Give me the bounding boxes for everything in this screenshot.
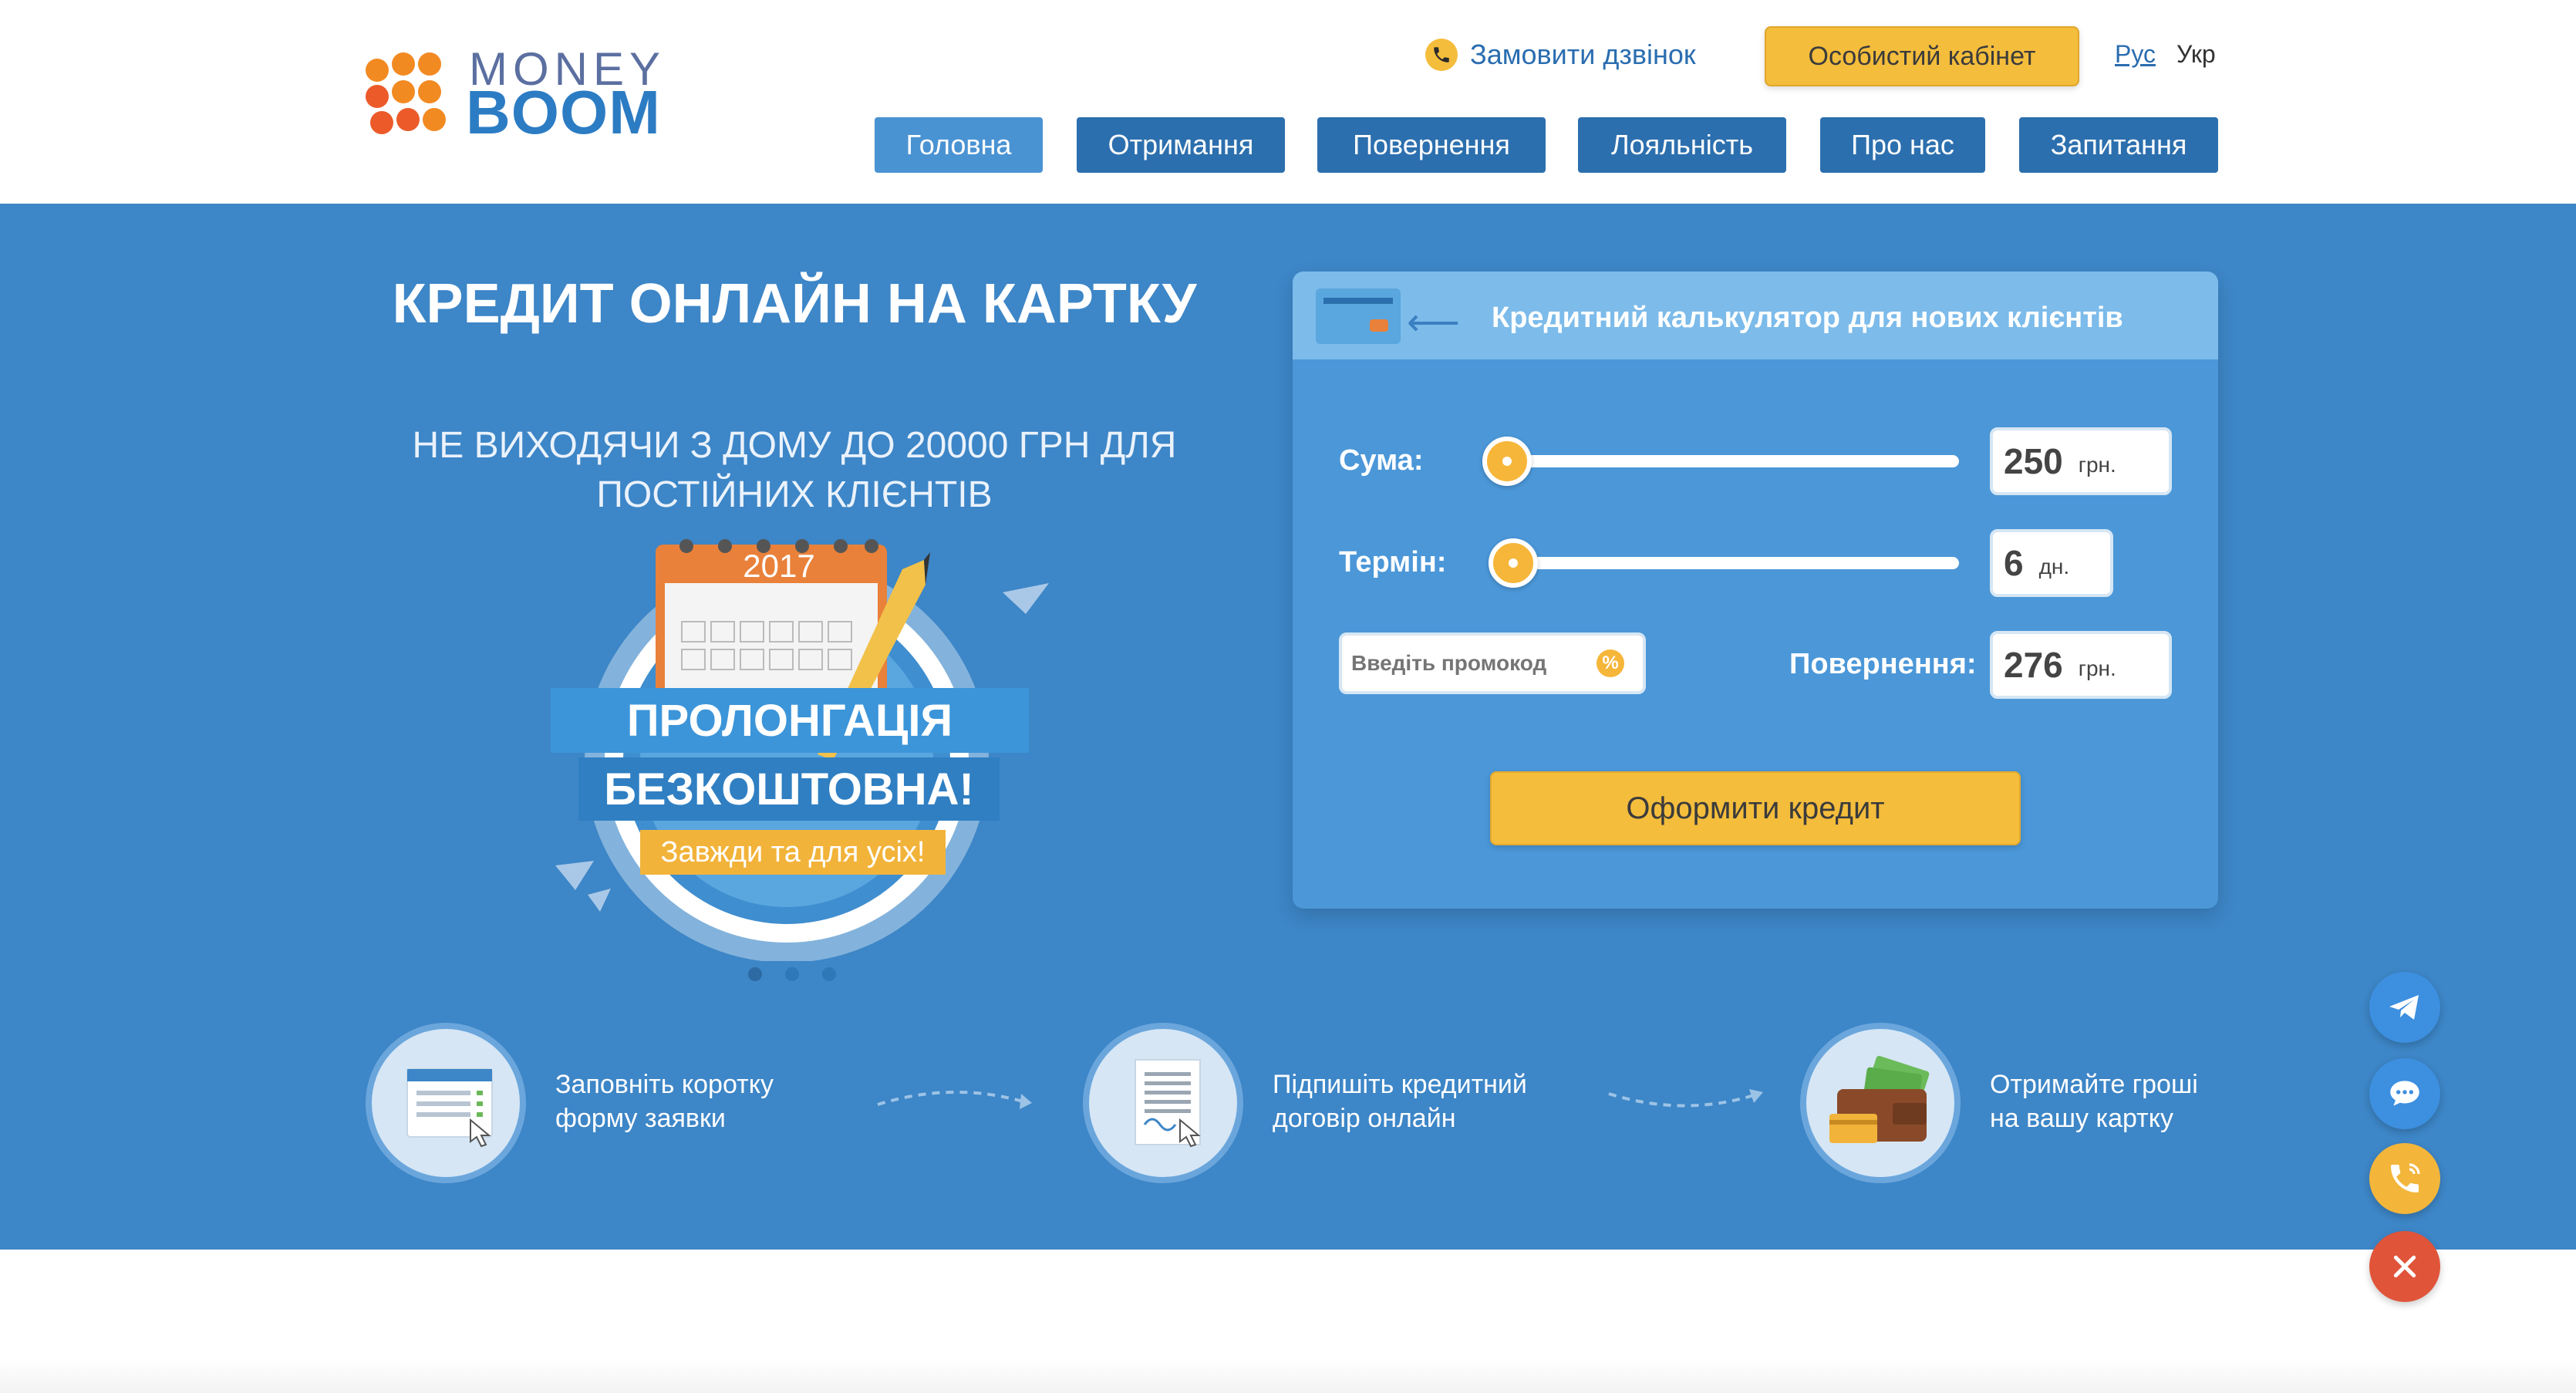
slider-dot-3[interactable] [822,967,836,981]
hero-subtitle: НЕ ВИХОДЯЧИ З ДОМУ ДО 20000 ГРН ДЛЯ ПОСТ… [412,425,1177,515]
slider-dot-2[interactable] [785,967,799,981]
page-bottom-area [0,1358,2576,1393]
step-arrow-2-icon [1608,1089,1763,1108]
step-3-text: Отримайте гроші на вашу картку [1990,1068,2198,1135]
phone-call-icon [2391,1163,2420,1192]
amount-slider-track[interactable] [1493,455,1959,467]
phone-icon [1425,39,1458,71]
step-3-line1: Отримайте гроші [1990,1070,2198,1099]
wallet-icon [1829,1055,1930,1143]
promo-code-input[interactable] [1342,636,1584,691]
call-button[interactable] [2369,1143,2440,1214]
logo-dots-icon [366,52,450,137]
apply-credit-button[interactable]: Оформити кредит [1490,771,2021,845]
return-value: 276 [2004,645,2063,685]
hero-title: КРЕДИТ ОНЛАЙН НА КАРТКУ [392,273,1197,335]
promo-line1: ПРОЛОНГАЦІЯ [626,695,953,746]
amount-label: Сума: [1339,444,1424,477]
arrow-left-icon: ⟵ [1407,302,1460,343]
promo-code-field[interactable]: % [1339,632,1646,694]
return-unit: грн. [2078,656,2116,680]
percent-icon: % [1597,649,1624,677]
nav-receiving[interactable]: Отримання [1077,117,1285,173]
nav-loyalty[interactable]: Лояльність [1578,117,1786,173]
form-icon [406,1068,493,1148]
amount-value: 250 [2004,441,2063,481]
callback-link[interactable]: Замовити дзвінок [1425,35,1696,74]
nav-faq[interactable]: Запитання [2019,117,2218,173]
step-2-text: Підпишіть кредитний договір онлайн [1273,1068,1527,1135]
brand-logo[interactable]: MONEY BOOM [366,46,661,147]
step-2-line2: договір онлайн [1273,1104,1456,1133]
amount-value-box[interactable]: 250 грн. [1990,427,2172,495]
amount-unit: грн. [2078,453,2116,477]
promo-ribbon: Завжди та для усіх! [660,835,926,869]
step-3-line2: на вашу картку [1990,1104,2173,1133]
return-label: Повернення: [1789,648,1977,680]
term-label: Термін: [1339,546,1447,578]
term-slider-thumb[interactable] [1489,538,1539,588]
term-value-box[interactable]: 6 дн. [1990,529,2113,597]
step-arrow-1-icon [877,1091,1032,1109]
step-1-line2: форму заявки [555,1104,726,1133]
telegram-icon [2389,995,2419,1020]
calculator-title: Кредитний калькулятор для нових клієнтів [1492,302,2123,334]
step-3-circle [1800,1023,1961,1183]
close-widget-button[interactable] [2369,1231,2440,1302]
slider-dot-1[interactable] [748,967,762,981]
logo-text-boom: BOOM [466,78,661,147]
term-unit: дн. [2038,555,2070,578]
telegram-button[interactable] [2369,972,2440,1043]
nav-home[interactable]: Головна [875,117,1043,173]
credit-card-icon [1316,288,1401,344]
personal-cabinet-button[interactable]: Особистий кабінет [1765,26,2079,86]
chat-icon [2390,1081,2419,1106]
lang-uk-link[interactable]: Укр [2176,40,2216,69]
step-2-line1: Підпишіть кредитний [1273,1070,1527,1099]
promo-banner[interactable]: 2017 ПРОЛОНГАЦІЯ БЕЗКОШТОВНА! Завжди та … [540,529,1049,963]
amount-slider-thumb[interactable] [1482,437,1532,486]
lang-ru-link[interactable]: Рус [2115,40,2156,69]
step-2-circle [1083,1023,1243,1183]
return-value-box: 276 грн. [1990,631,2172,699]
callback-label: Замовити дзвінок [1470,39,1696,70]
step-1-circle [366,1023,526,1183]
promo-year: 2017 [743,548,814,584]
nav-about[interactable]: Про нас [1820,117,1985,173]
contract-icon [1135,1059,1201,1148]
close-icon [2393,1255,2416,1278]
promo-line2: БЕЗКОШТОВНА! [604,764,974,815]
step-1-text: Заповніть коротку форму заявки [555,1068,774,1135]
nav-repayment[interactable]: Повернення [1317,117,1546,173]
term-slider-track[interactable] [1493,557,1959,569]
site-header: MONEY BOOM Замовити дзвінок Особистий ка… [0,0,2576,204]
term-value: 6 [2004,543,2024,583]
chat-button[interactable] [2369,1058,2440,1129]
step-1-line1: Заповніть коротку [555,1070,774,1099]
